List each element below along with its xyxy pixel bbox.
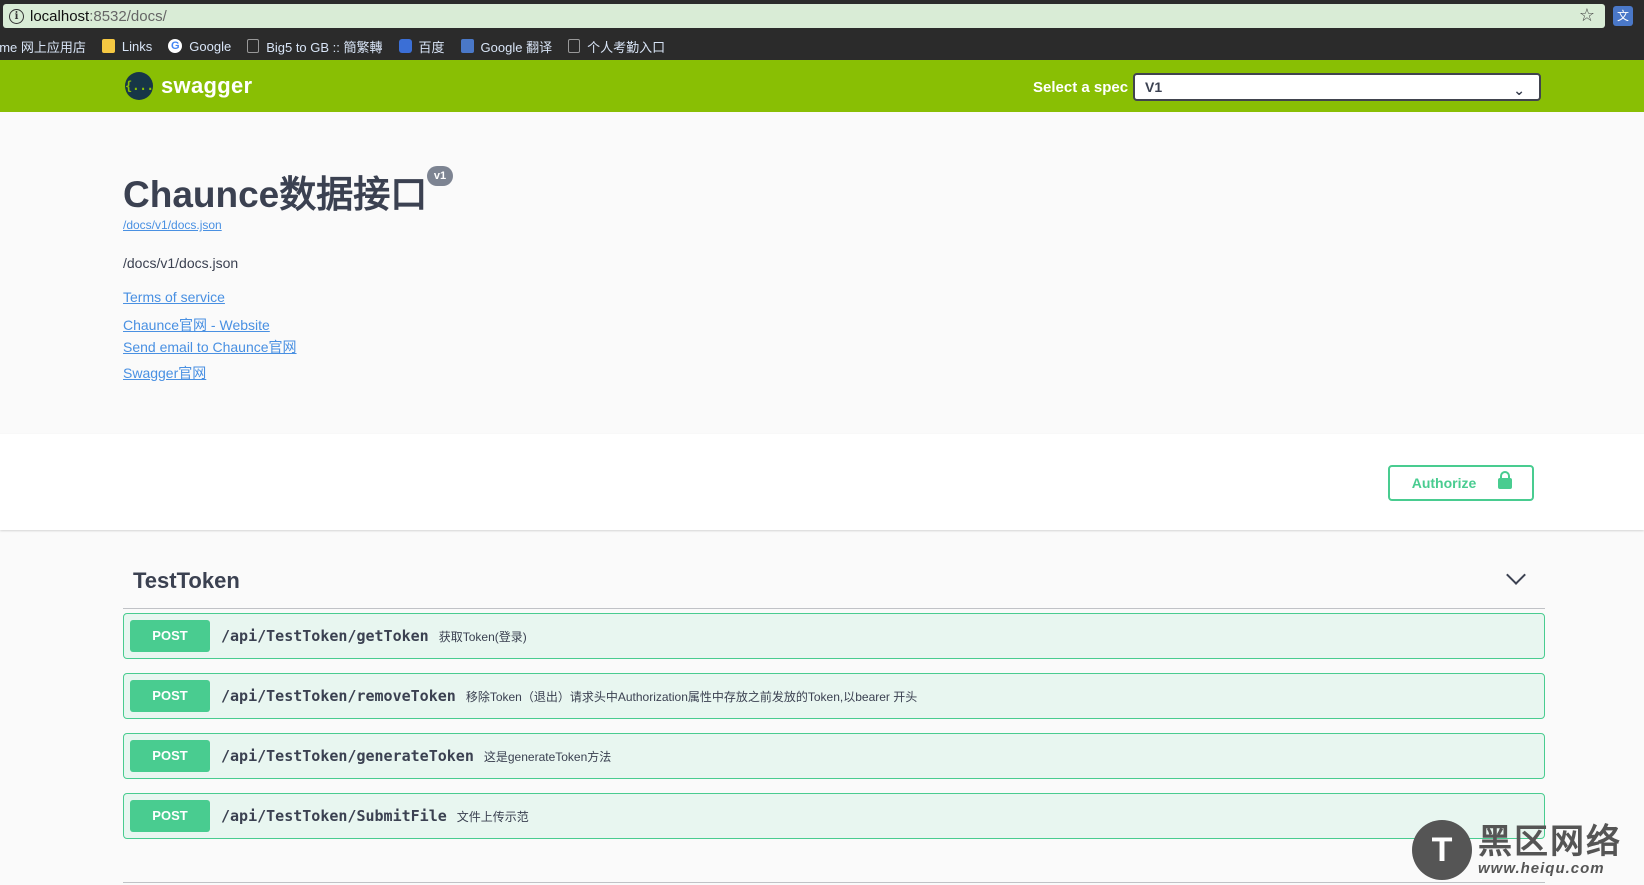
operation-get-token[interactable]: POST /api/TestToken/getToken 获取Token(登录) [123, 613, 1545, 659]
bookmark-big5[interactable]: Big5 to GB :: 簡繁轉 [247, 37, 383, 56]
swagger-topbar: {...} swagger Select a spec V1 ⌄ [0, 60, 1644, 112]
chevron-down-icon[interactable] [1506, 565, 1526, 585]
swagger-logo[interactable]: {...} swagger [125, 72, 252, 100]
page-icon [247, 39, 260, 53]
method-badge: POST [130, 800, 210, 832]
operation-generate-token[interactable]: POST /api/TestToken/generateToken 这是gene… [123, 733, 1545, 779]
unlock-icon [1498, 470, 1513, 490]
google-icon: G [168, 39, 183, 53]
spec-select-label: Select a spec [1033, 79, 1129, 96]
method-badge: POST [130, 620, 210, 652]
api-info: Chaunce数据接口 v1 /docs/v1/docs.json /docs/… [0, 112, 1644, 434]
bookmark-attendance[interactable]: 个人考勤入口 [568, 37, 665, 56]
address-bar[interactable]: i localhost:8532/docs/ ☆ [3, 4, 1605, 28]
watermark-url: www.heiqu.com [1478, 859, 1605, 877]
bookmarks-bar: ome 网上应用店 Links G Google Big5 to GB :: 簡繁… [0, 32, 1644, 60]
bookmark-webstore[interactable]: ome 网上应用店 [0, 37, 86, 56]
website-link[interactable]: Chaunce官网 - Website [123, 315, 270, 335]
operation-remove-token[interactable]: POST /api/TestToken/removeToken 移除Token（… [123, 673, 1545, 719]
terms-of-service-link[interactable]: Terms of service [123, 289, 225, 305]
baidu-icon [398, 39, 412, 53]
authorize-button[interactable]: Authorize [1388, 465, 1534, 501]
tag-header-testtoken[interactable]: TestToken [123, 558, 1545, 609]
swagger-logo-text: swagger [161, 73, 253, 98]
operation-submit-file[interactable]: POST /api/TestToken/SubmitFile 文件上传示范 [123, 793, 1545, 839]
watermark: T 黑区网络 www.heiqu.com [1412, 820, 1622, 880]
url-text[interactable]: localhost:8532/docs/ [30, 8, 167, 25]
folder-icon [101, 39, 115, 53]
operation-summary: 获取Token(登录) [438, 629, 527, 644]
page-title: Chaunce数据接口 [123, 174, 428, 215]
operation-summary: 移除Token（退出）请求头中Authorization属性中存放之前发放的To… [465, 689, 918, 704]
spec-url-link[interactable]: /docs/v1/docs.json [123, 218, 222, 232]
tag-name: TestToken [133, 568, 240, 593]
translate-extension-icon[interactable]: 文 [1613, 6, 1633, 26]
method-badge: POST [130, 740, 210, 772]
contact-email-link[interactable]: Send email to Chaunce官网 [123, 337, 297, 357]
method-badge: POST [130, 680, 210, 712]
translate-icon [460, 39, 474, 53]
operation-path: /api/TestToken/removeToken [221, 687, 456, 705]
operation-path: /api/TestToken/generateToken [221, 747, 474, 765]
operation-summary: 这是generateToken方法 [483, 749, 612, 764]
api-description: /docs/v1/docs.json [123, 255, 239, 271]
bookmark-links[interactable]: Links [101, 39, 152, 54]
spec-select[interactable]: V1 ⌄ [1133, 73, 1541, 101]
operation-path: /api/TestToken/getToken [221, 627, 429, 645]
swagger-logo-icon: {...} [125, 72, 161, 100]
divider [123, 882, 1545, 883]
watermark-logo-icon: T [1412, 820, 1472, 880]
watermark-text: 黑区网络 [1478, 822, 1622, 861]
bookmark-google[interactable]: G Google [168, 39, 231, 54]
chevron-down-icon: ⌄ [1513, 82, 1525, 98]
bookmark-baidu[interactable]: 百度 [398, 37, 445, 56]
auth-section: Authorize [0, 434, 1644, 530]
page-icon [568, 39, 581, 53]
browser-toolbar: i localhost:8532/docs/ ☆ 文 [0, 0, 1644, 32]
swagger-site-link[interactable]: Swagger官网 [123, 363, 206, 383]
spec-select-value: V1 [1145, 79, 1163, 95]
operation-path: /api/TestToken/SubmitFile [221, 807, 447, 825]
version-badge: v1 [427, 166, 453, 186]
operation-summary: 文件上传示范 [456, 809, 529, 824]
bookmark-google-translate[interactable]: Google 翻译 [460, 37, 552, 56]
site-info-icon[interactable]: i [9, 8, 24, 24]
bookmark-star-icon[interactable]: ☆ [1579, 5, 1595, 26]
